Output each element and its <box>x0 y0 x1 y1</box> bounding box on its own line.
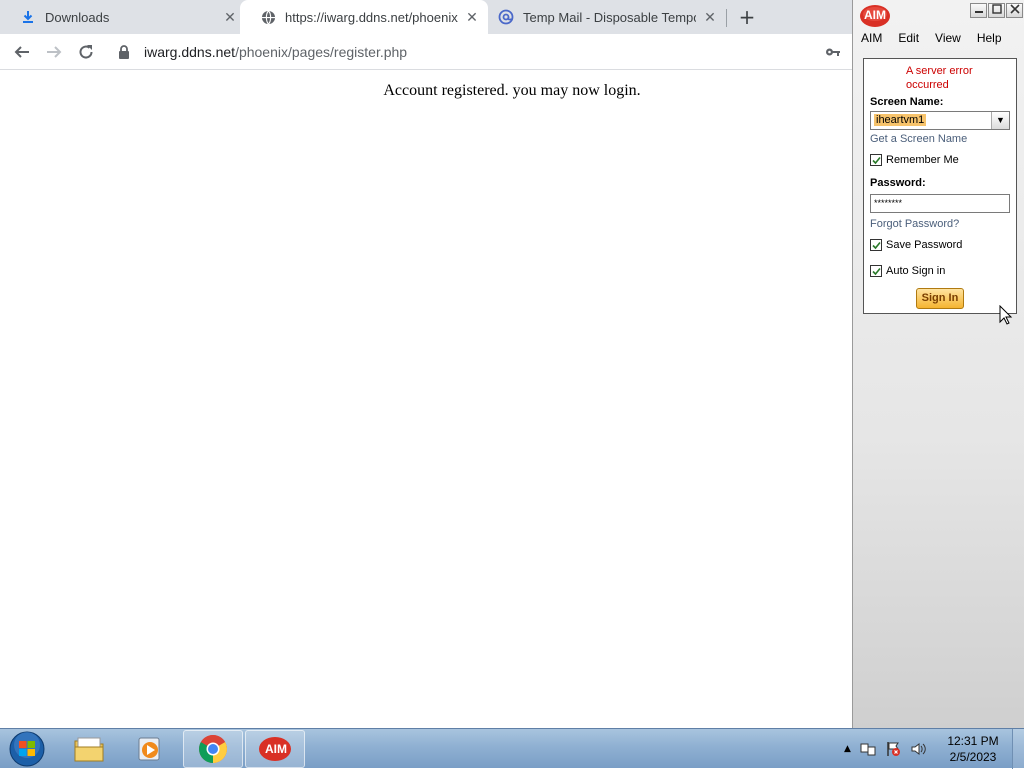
windows-logo-icon <box>9 731 45 767</box>
action-center-flag-icon[interactable] <box>885 741 901 757</box>
save-password-checkbox[interactable]: Save Password <box>870 239 962 251</box>
tab-register[interactable]: https://iwarg.ddns.net/phoenix/p ✕ <box>240 0 488 34</box>
mouse-cursor-icon <box>999 304 1013 329</box>
close-tab-icon[interactable]: ✕ <box>222 9 238 25</box>
aim-taskbar-label: AIM <box>265 742 287 756</box>
url-path: /phoenix/pages/register.php <box>235 44 408 60</box>
clock-time: 12:31 PM <box>947 734 999 748</box>
taskbar: AIM ▲ 12:31 PM 2/5/2023 <box>0 728 1024 769</box>
globe-icon <box>260 9 276 25</box>
screen-name-combo[interactable]: iheartvm1 ▼ <box>870 111 1010 130</box>
aim-window: AIM AIM Edit View Help A server error oc… <box>852 0 1024 728</box>
folder-icon <box>74 737 104 762</box>
forward-button[interactable] <box>42 40 66 64</box>
lock-icon[interactable] <box>118 44 134 60</box>
aim-menu-bar: AIM Edit View Help <box>861 31 1018 45</box>
taskbar-chrome[interactable] <box>183 730 243 768</box>
aim-logo-text: AIM <box>864 8 886 22</box>
close-button[interactable] <box>1006 3 1023 18</box>
menu-aim[interactable]: AIM <box>861 31 882 45</box>
aim-logo: AIM <box>859 4 891 28</box>
minimize-button[interactable] <box>970 3 987 18</box>
back-button[interactable] <box>10 40 34 64</box>
maximize-button[interactable] <box>988 3 1005 18</box>
show-hidden-icons-button[interactable]: ▲ <box>844 744 851 754</box>
forward-arrow-icon <box>47 46 62 58</box>
taskbar-aim[interactable]: AIM <box>245 730 305 768</box>
url-host: iwarg.ddns.net <box>144 44 236 60</box>
volume-icon[interactable] <box>910 741 926 757</box>
taskbar-explorer[interactable] <box>59 730 119 768</box>
maximize-icon <box>991 4 1002 14</box>
checkmark-icon[interactable] <box>870 239 882 251</box>
tab-label: Downloads <box>45 9 110 25</box>
tab-temp-mail[interactable]: Temp Mail - Disposable Tempora ✕ <box>478 0 726 34</box>
minimize-icon <box>974 11 983 13</box>
forgot-password-link[interactable]: Forgot Password? <box>870 218 959 230</box>
aim-title-bar[interactable]: AIM <box>853 0 1024 30</box>
close-tab-icon[interactable]: ✕ <box>702 9 718 25</box>
checkmark-icon[interactable] <box>870 265 882 277</box>
remember-me-checkbox[interactable]: Remember Me <box>870 154 959 166</box>
screen-name-label: Screen Name: <box>870 96 944 108</box>
browser-toolbar: iwarg.ddns.net/phoenix/pages/register.ph… <box>0 34 853 70</box>
close-icon <box>1009 4 1020 14</box>
show-desktop-button[interactable] <box>1012 729 1024 769</box>
sign-in-button[interactable]: Sign In <box>916 288 964 309</box>
window-controls <box>970 3 1023 18</box>
auto-sign-in-checkbox[interactable]: Auto Sign in <box>870 265 945 277</box>
reload-button[interactable] <box>74 40 98 64</box>
key-icon[interactable] <box>825 44 841 60</box>
taskbar-media-player[interactable] <box>120 730 180 768</box>
back-arrow-icon <box>14 46 29 58</box>
chrome-icon <box>199 735 227 763</box>
server-error-message: A server error occurred <box>906 65 973 91</box>
menu-view[interactable]: View <box>935 31 961 45</box>
new-tab-button[interactable]: + <box>736 6 758 28</box>
page-content: Account registered. you may now login. <box>0 71 853 728</box>
menu-help[interactable]: Help <box>977 31 1002 45</box>
screen-name-value[interactable]: iheartvm1 <box>874 114 927 126</box>
taskbar-clock[interactable]: 12:31 PM 2/5/2023 <box>940 733 1006 765</box>
tab-strip: Downloads ✕ https://iwarg.ddns.net/phoen… <box>0 0 853 34</box>
password-field[interactable]: ******** <box>870 194 1010 213</box>
start-button[interactable] <box>8 731 46 767</box>
dropdown-arrow-icon[interactable]: ▼ <box>991 112 1009 129</box>
tab-label: https://iwarg.ddns.net/phoenix/p <box>285 9 458 25</box>
save-password-label: Save Password <box>886 239 963 251</box>
checkmark-icon[interactable] <box>870 154 882 166</box>
sign-in-panel: A server error occurred Screen Name: ihe… <box>863 58 1017 314</box>
password-label: Password: <box>870 177 926 189</box>
tab-label: Temp Mail - Disposable Tempora <box>523 9 696 25</box>
reload-icon <box>79 45 93 59</box>
media-player-icon <box>138 737 160 761</box>
get-screen-name-link[interactable]: Get a Screen Name <box>870 133 967 145</box>
at-sign-icon <box>498 9 514 25</box>
url-text: iwarg.ddns.net/phoenix/pages/register.ph… <box>144 44 407 60</box>
address-bar[interactable]: iwarg.ddns.net/phoenix/pages/register.ph… <box>108 37 853 67</box>
auto-sign-in-label: Auto Sign in <box>886 265 946 277</box>
network-icon[interactable] <box>860 741 876 757</box>
clock-date: 2/5/2023 <box>949 750 997 764</box>
menu-edit[interactable]: Edit <box>898 31 919 45</box>
tab-separator <box>726 9 727 27</box>
tab-downloads[interactable]: Downloads ✕ <box>0 0 246 34</box>
download-icon <box>20 9 36 25</box>
system-tray: ▲ <box>844 729 926 769</box>
remember-me-label: Remember Me <box>886 154 959 166</box>
